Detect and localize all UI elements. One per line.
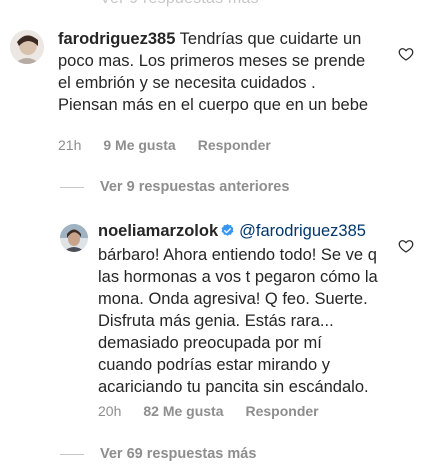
previous-replies-link-cut[interactable]: Ver 9 respuestas más: [100, 0, 259, 8]
reply-button[interactable]: Responder: [198, 137, 271, 153]
comment-time: 21h: [58, 137, 82, 153]
comment-text-block: noeliamarzolok @farodriguez385 bárbaro! A…: [98, 220, 378, 398]
comments-screen: Ver 9 respuestas más farodriguez385 Tend…: [0, 0, 436, 466]
view-previous-replies-link[interactable]: Ver 9 respuestas anteriores: [60, 179, 289, 195]
view-previous-replies-label: Ver 9 respuestas anteriores: [100, 179, 290, 195]
comment-username[interactable]: noeliamarzolok: [98, 222, 218, 240]
comment-meta: 20h 82 Me gusta Responder: [98, 403, 319, 419]
comment-likes[interactable]: 82 Me gusta: [143, 403, 223, 419]
avatar[interactable]: [60, 224, 88, 252]
avatar-photo-icon: [60, 224, 88, 252]
replies-divider-line: [60, 186, 84, 188]
avatar[interactable]: [10, 30, 44, 64]
replies-divider-line: [60, 453, 84, 455]
comment-time: 20h: [98, 403, 122, 419]
avatar-photo-icon: [10, 30, 44, 64]
comment-username[interactable]: farodriguez385: [58, 30, 175, 48]
comment-meta: 21h 9 Me gusta Responder: [58, 137, 271, 153]
view-more-replies-label: Ver 69 respuestas más: [100, 446, 257, 462]
comment-mention[interactable]: @farodriguez385: [239, 222, 366, 240]
comment-likes[interactable]: 9 Me gusta: [103, 137, 175, 153]
like-heart-icon[interactable]: [398, 46, 414, 62]
comment-text-block: farodriguez385 Tendrías que cuidarte un …: [58, 28, 378, 116]
verified-badge-icon: [220, 222, 235, 244]
comment-text: bárbaro! Ahora entiendo todo! Se ve q la…: [98, 246, 378, 396]
view-more-replies-link[interactable]: Ver 69 respuestas más: [60, 446, 256, 462]
like-heart-icon[interactable]: [398, 238, 414, 254]
reply-button[interactable]: Responder: [246, 403, 319, 419]
